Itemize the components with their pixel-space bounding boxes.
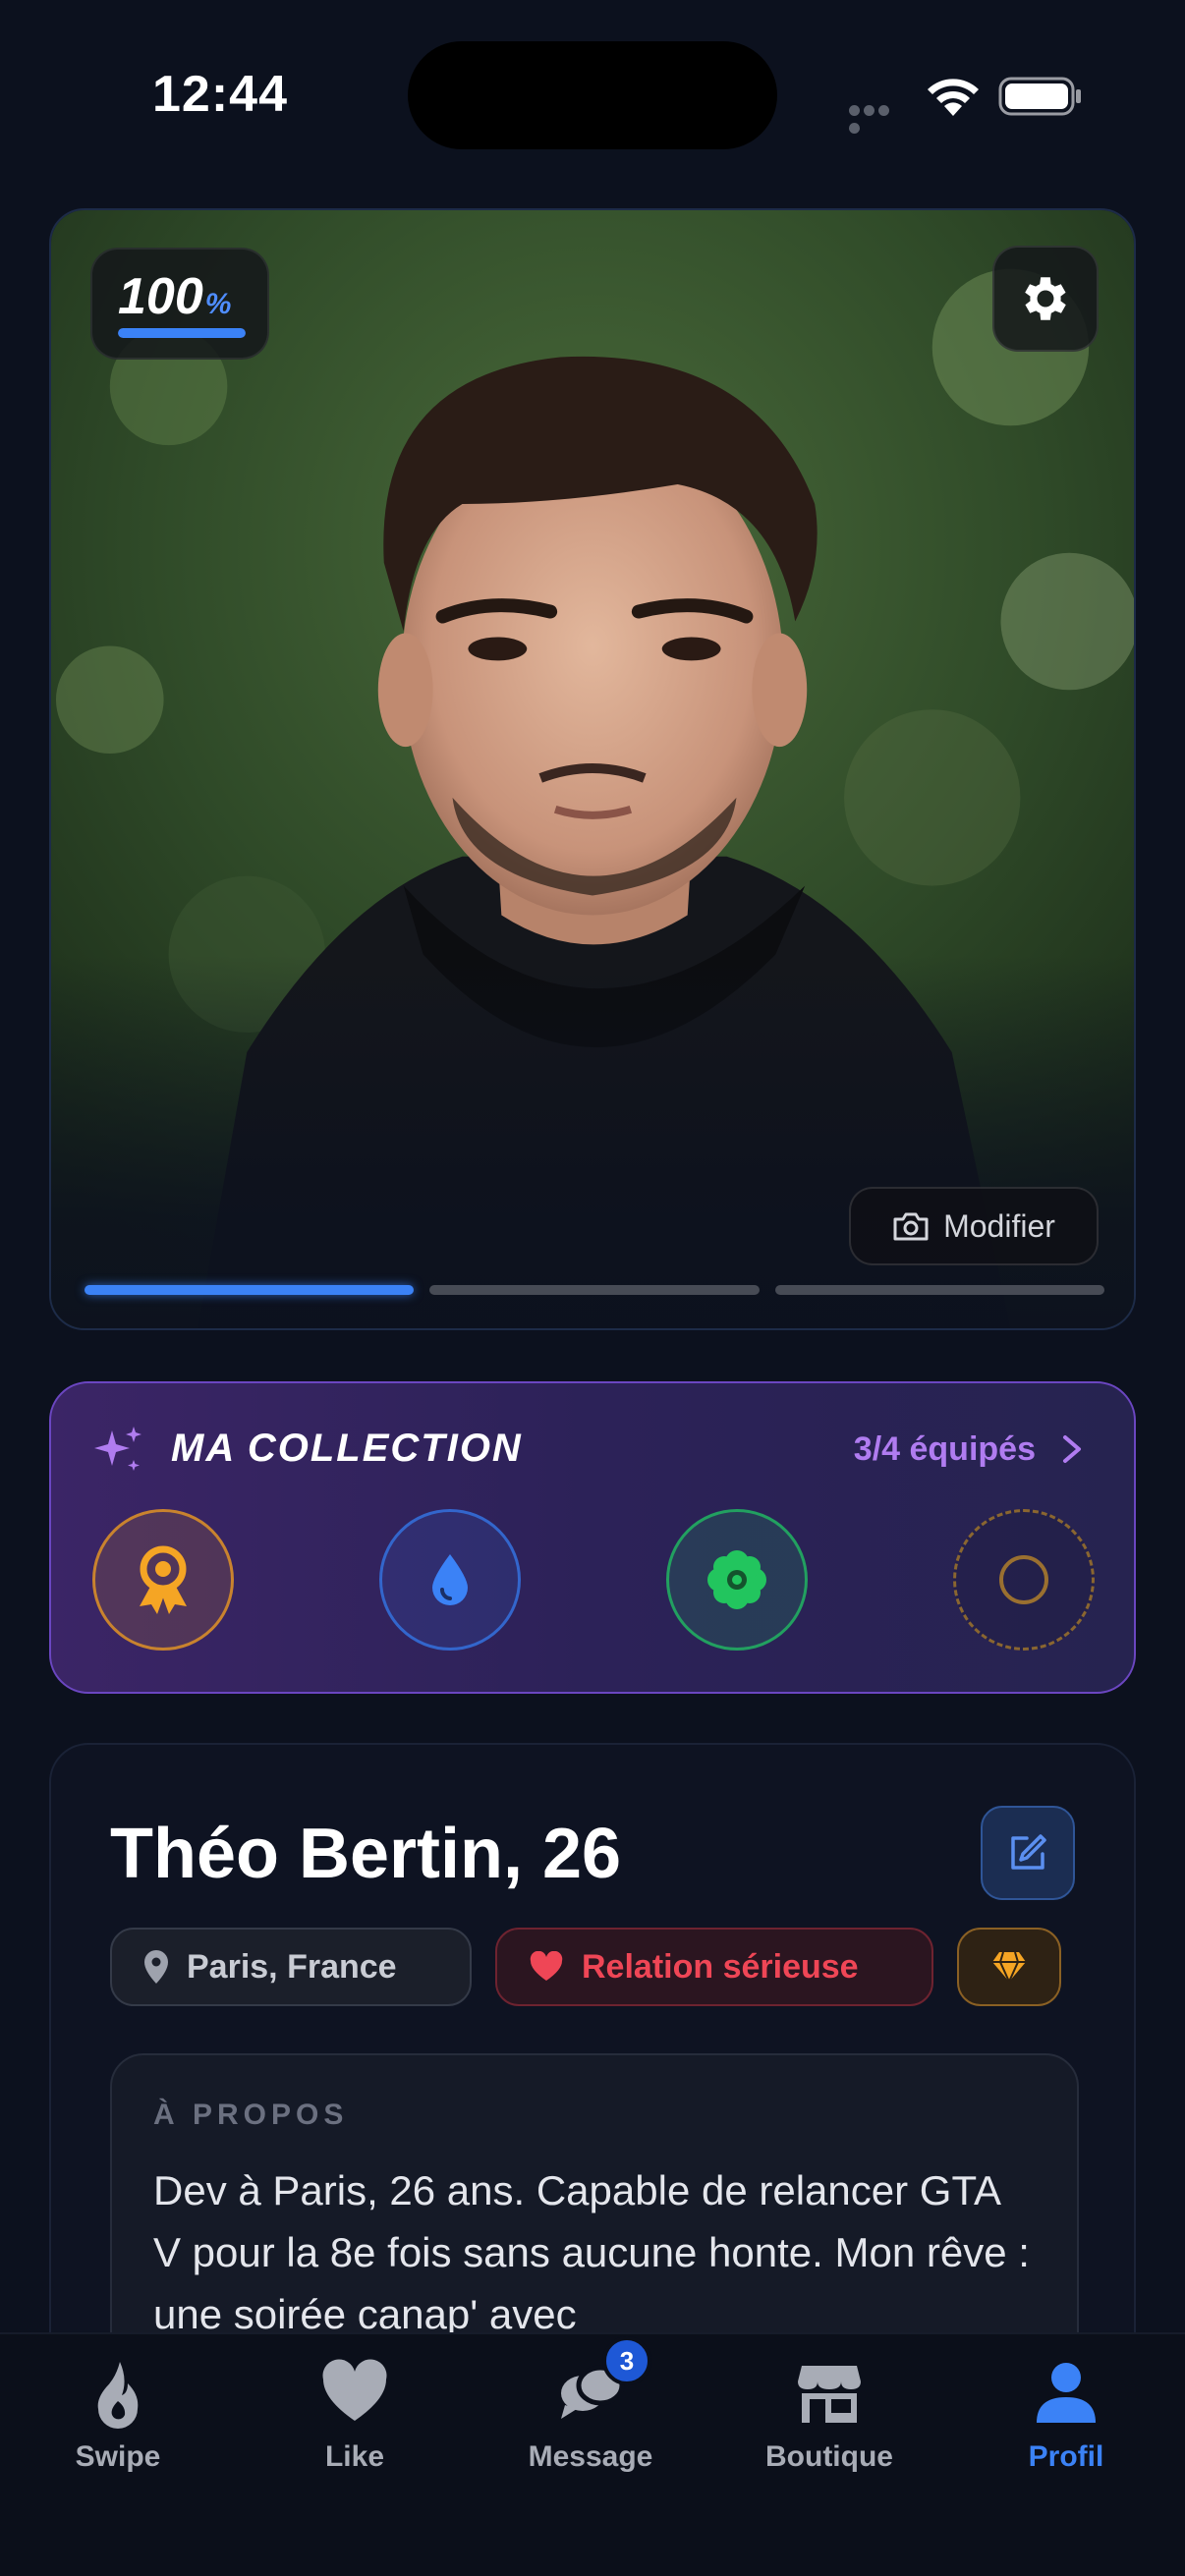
status-bar: 12:44 — [0, 0, 1185, 196]
tab-label: Like — [324, 2440, 385, 2473]
empty-slot-icon — [999, 1555, 1048, 1604]
user-icon — [1037, 2363, 1096, 2423]
relationship-label: Relation sérieuse — [582, 1947, 859, 1986]
photo-indicator[interactable] — [429, 1285, 760, 1295]
location-label: Paris, France — [187, 1947, 397, 1986]
location-tag: Paris, France — [110, 1928, 472, 2006]
photo-indicators — [85, 1285, 1104, 1297]
chevron-right-icon[interactable] — [1059, 1434, 1085, 1464]
profile-photo-card[interactable]: 100% Modifier — [49, 208, 1136, 1330]
completion-progress-fill — [118, 328, 246, 338]
collection-item-water[interactable] — [379, 1509, 521, 1651]
message-count-badge: 3 — [602, 2336, 651, 2385]
tab-label: Message — [528, 2440, 653, 2473]
location-pin-icon — [144, 1950, 168, 1984]
camera-icon — [893, 1212, 929, 1241]
settings-button[interactable] — [992, 246, 1099, 352]
modify-photo-button[interactable]: Modifier — [849, 1187, 1099, 1265]
tab-message[interactable]: Message 3 — [492, 2336, 689, 2495]
modify-photo-label: Modifier — [943, 1207, 1055, 1244]
profile-name: Théo Bertin, 26 — [110, 1815, 622, 1893]
heart-icon — [530, 1951, 563, 1981]
wifi-icon — [928, 79, 979, 116]
completion-value: 100 — [118, 268, 203, 325]
about-text: Dev à Paris, 26 ans. Capable de relancer… — [153, 2167, 1030, 2337]
status-time: 12:44 — [152, 66, 288, 123]
tab-label: Profil — [1028, 2440, 1104, 2473]
collection-count[interactable]: 3/4 équipés — [854, 1430, 1036, 1469]
signal-icon — [849, 103, 906, 134]
completion-progress-bar — [118, 328, 246, 338]
collection-item-empty[interactable] — [953, 1509, 1095, 1651]
bottom-navigation: Swipe Like Message 3 Boutique Profil — [0, 2332, 1185, 2576]
flame-icon — [97, 2362, 139, 2429]
battery-icon — [998, 77, 1081, 116]
gear-icon — [1025, 277, 1066, 320]
relationship-tag: Relation sérieuse — [495, 1928, 933, 2006]
photo-shade — [51, 955, 1134, 1328]
tab-label: Boutique — [765, 2440, 893, 2473]
collection-item-flower[interactable] — [666, 1509, 808, 1651]
tab-profil[interactable]: Profil — [968, 2358, 1164, 2495]
edit-profile-button[interactable] — [981, 1806, 1075, 1900]
about-label: À PROPOS — [153, 2099, 349, 2131]
flower-icon — [707, 1550, 766, 1609]
store-icon — [798, 2366, 861, 2423]
heart-icon — [322, 2359, 387, 2421]
collection-item-award[interactable] — [92, 1509, 234, 1651]
award-icon — [140, 1545, 187, 1614]
water-drop-icon — [432, 1554, 468, 1605]
completion-unit: % — [204, 288, 232, 320]
edit-icon — [1011, 1834, 1046, 1870]
premium-tag — [957, 1928, 1061, 2006]
sparkles-icon — [94, 1427, 141, 1471]
collection-title: MA COLLECTION — [171, 1427, 523, 1470]
tab-swipe[interactable]: Swipe — [20, 2358, 216, 2495]
tab-boutique[interactable]: Boutique — [731, 2358, 928, 2495]
diamond-icon — [992, 1951, 1026, 1984]
collection-card[interactable]: MA COLLECTION 3/4 équipés — [49, 1381, 1136, 1694]
tab-label: Swipe — [75, 2440, 161, 2473]
photo-indicator[interactable] — [774, 1285, 1104, 1295]
dynamic-island — [408, 41, 777, 149]
tab-like[interactable]: Like — [256, 2358, 453, 2495]
profile-completion-badge: 100% — [90, 248, 269, 360]
photo-indicator[interactable] — [85, 1285, 415, 1295]
